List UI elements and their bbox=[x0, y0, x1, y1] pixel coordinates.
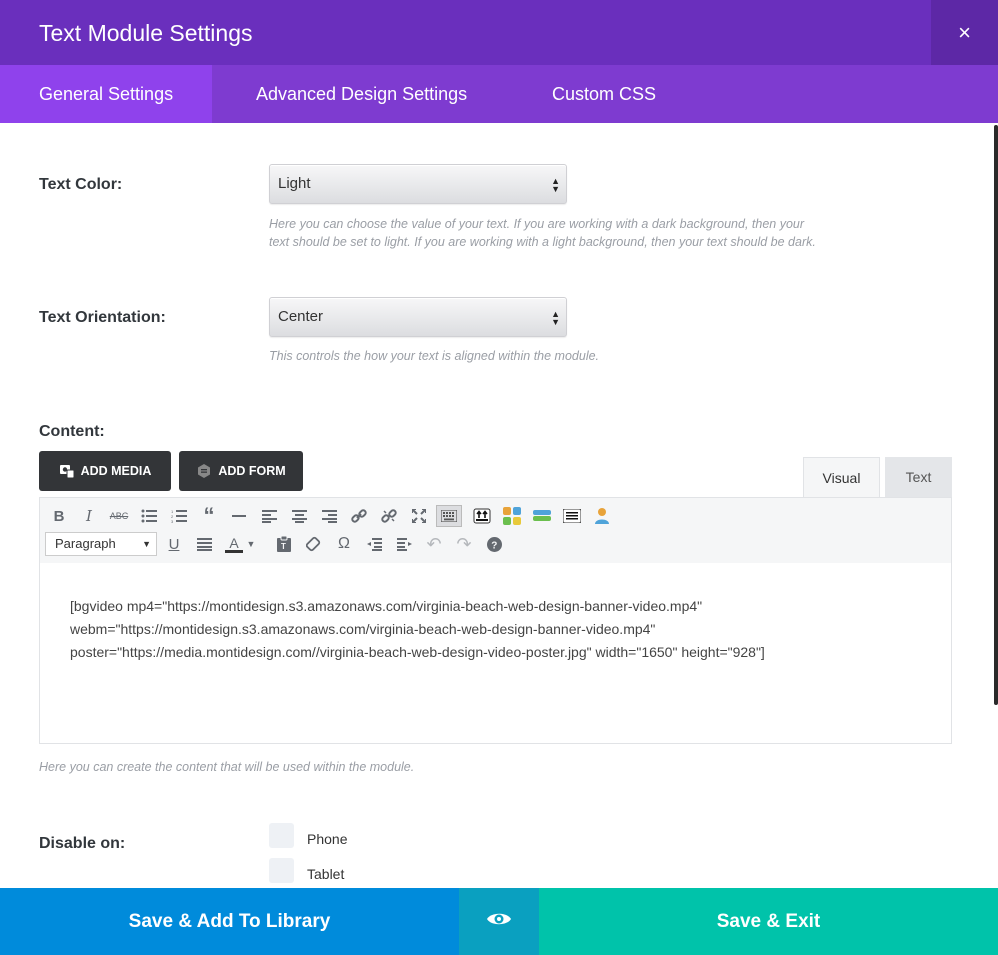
editor-body-line: [bgvideo mp4="https://montidesign.s3.ama… bbox=[70, 598, 703, 614]
select-arrows-icon: ▲ ▼ bbox=[551, 309, 560, 327]
editor-body[interactable]: [bgvideo mp4="https://montidesign.s3.ama… bbox=[70, 595, 930, 664]
text-orientation-label: Text Orientation: bbox=[39, 309, 166, 326]
redo-icon[interactable]: ↷ bbox=[453, 533, 475, 555]
modal-header: Text Module Settings × bbox=[0, 0, 998, 65]
add-media-button[interactable]: ADD MEDIA bbox=[39, 451, 171, 491]
paste-text-icon[interactable]: T bbox=[273, 533, 295, 555]
eye-icon bbox=[486, 910, 512, 934]
modal-title: Text Module Settings bbox=[39, 20, 253, 46]
add-media-label: ADD MEDIA bbox=[80, 464, 152, 478]
editor-tab-visual[interactable]: Visual bbox=[803, 457, 880, 498]
add-form-button[interactable]: ADD FORM bbox=[179, 451, 303, 491]
shortcode-upload-icon[interactable] bbox=[471, 505, 493, 527]
tablet-checkbox-label: Tablet bbox=[307, 866, 345, 882]
text-color-description-line1: Here you can choose the value of your te… bbox=[269, 217, 805, 231]
tablet-checkbox[interactable] bbox=[269, 858, 294, 883]
justify-icon[interactable] bbox=[193, 533, 215, 555]
tab-general-settings[interactable]: General Settings bbox=[0, 65, 213, 123]
text-color-description: Here you can choose the value of your te… bbox=[269, 215, 816, 251]
chevron-down-icon: ▼ bbox=[142, 539, 151, 549]
content-description: Here you can create the content that wil… bbox=[39, 760, 415, 774]
text-color-value: Light bbox=[278, 175, 311, 192]
text-orientation-value: Center bbox=[278, 308, 324, 325]
text-color-select[interactable]: Light ▲ ▼ bbox=[269, 164, 567, 204]
svg-text:?: ? bbox=[491, 540, 497, 551]
form-icon bbox=[196, 463, 212, 479]
text-block-icon[interactable] bbox=[561, 505, 583, 527]
text-color-description-line2: text should be set to light. If you are … bbox=[269, 235, 816, 249]
underline-icon[interactable]: U bbox=[163, 533, 185, 555]
bold-icon[interactable]: B bbox=[48, 505, 70, 527]
grid-layout-icon[interactable] bbox=[501, 505, 523, 527]
numbered-list-icon[interactable]: 123 bbox=[168, 505, 190, 527]
format-select[interactable]: Paragraph ▼ bbox=[45, 532, 157, 556]
insert-link-icon[interactable] bbox=[348, 505, 370, 527]
fullscreen-icon[interactable] bbox=[408, 505, 430, 527]
disable-on-label: Disable on: bbox=[39, 835, 126, 852]
special-character-icon[interactable]: Ω bbox=[333, 533, 355, 555]
align-center-icon[interactable] bbox=[288, 505, 310, 527]
format-select-value: Paragraph bbox=[55, 536, 116, 551]
text-orientation-description: This controls the how your text is align… bbox=[269, 349, 600, 363]
save-exit-button[interactable]: Save & Exit bbox=[539, 888, 998, 955]
editor-tab-text[interactable]: Text bbox=[885, 457, 952, 498]
select-arrows-icon: ▲ ▼ bbox=[551, 176, 560, 194]
save-add-to-library-button[interactable]: Save & Add To Library bbox=[0, 888, 459, 955]
editor-body-line: webm="https://montidesign.s3.amazonaws.c… bbox=[70, 621, 656, 637]
toolbar-toggle-icon[interactable] bbox=[436, 505, 462, 527]
content-label: Content: bbox=[39, 423, 105, 440]
text-color-picker-icon[interactable]: A bbox=[223, 533, 245, 555]
editor-body-line: poster="https://media.montidesign.com//v… bbox=[70, 644, 765, 660]
tab-advanced-design-settings[interactable]: Advanced Design Settings bbox=[256, 65, 467, 123]
align-left-icon[interactable] bbox=[258, 505, 280, 527]
horizontal-line-icon[interactable] bbox=[228, 505, 250, 527]
media-icon bbox=[59, 463, 75, 479]
add-form-label: ADD FORM bbox=[218, 464, 286, 478]
tab-custom-css[interactable]: Custom CSS bbox=[552, 65, 656, 123]
close-button[interactable]: × bbox=[931, 0, 998, 65]
modal-footer: Save & Add To Library Save & Exit bbox=[0, 888, 998, 955]
content-editor[interactable]: B I ABC 123 “ Paragraph ▼ U A ▼ T Ω ↶ ↷ … bbox=[39, 497, 952, 744]
remove-link-icon[interactable] bbox=[378, 505, 400, 527]
blockquote-icon[interactable]: “ bbox=[198, 505, 220, 527]
phone-checkbox[interactable] bbox=[269, 823, 294, 848]
text-color-dropdown-icon[interactable]: ▼ bbox=[245, 533, 257, 555]
editor-toolbar: B I ABC 123 “ Paragraph ▼ U A ▼ T Ω ↶ ↷ … bbox=[40, 498, 951, 563]
phone-checkbox-label: Phone bbox=[307, 831, 348, 847]
scrollbar[interactable] bbox=[994, 125, 998, 705]
text-orientation-select[interactable]: Center ▲ ▼ bbox=[269, 297, 567, 337]
italic-icon[interactable]: I bbox=[78, 505, 100, 527]
help-icon[interactable]: ? bbox=[483, 533, 505, 555]
svg-text:T: T bbox=[281, 542, 286, 551]
outdent-icon[interactable] bbox=[363, 533, 385, 555]
strikethrough-icon[interactable]: ABC bbox=[108, 505, 130, 527]
align-right-icon[interactable] bbox=[318, 505, 340, 527]
text-color-label: Text Color: bbox=[39, 176, 123, 193]
button-shortcode-icon[interactable] bbox=[531, 505, 553, 527]
clear-formatting-icon[interactable] bbox=[303, 533, 325, 555]
indent-icon[interactable] bbox=[393, 533, 415, 555]
bullet-list-icon[interactable] bbox=[138, 505, 160, 527]
settings-tabs: General Settings Advanced Design Setting… bbox=[0, 65, 998, 123]
preview-button[interactable] bbox=[459, 888, 539, 955]
close-icon: × bbox=[958, 19, 971, 45]
user-profile-icon[interactable] bbox=[591, 505, 613, 527]
svg-text:3: 3 bbox=[171, 519, 174, 523]
undo-icon[interactable]: ↶ bbox=[423, 533, 445, 555]
